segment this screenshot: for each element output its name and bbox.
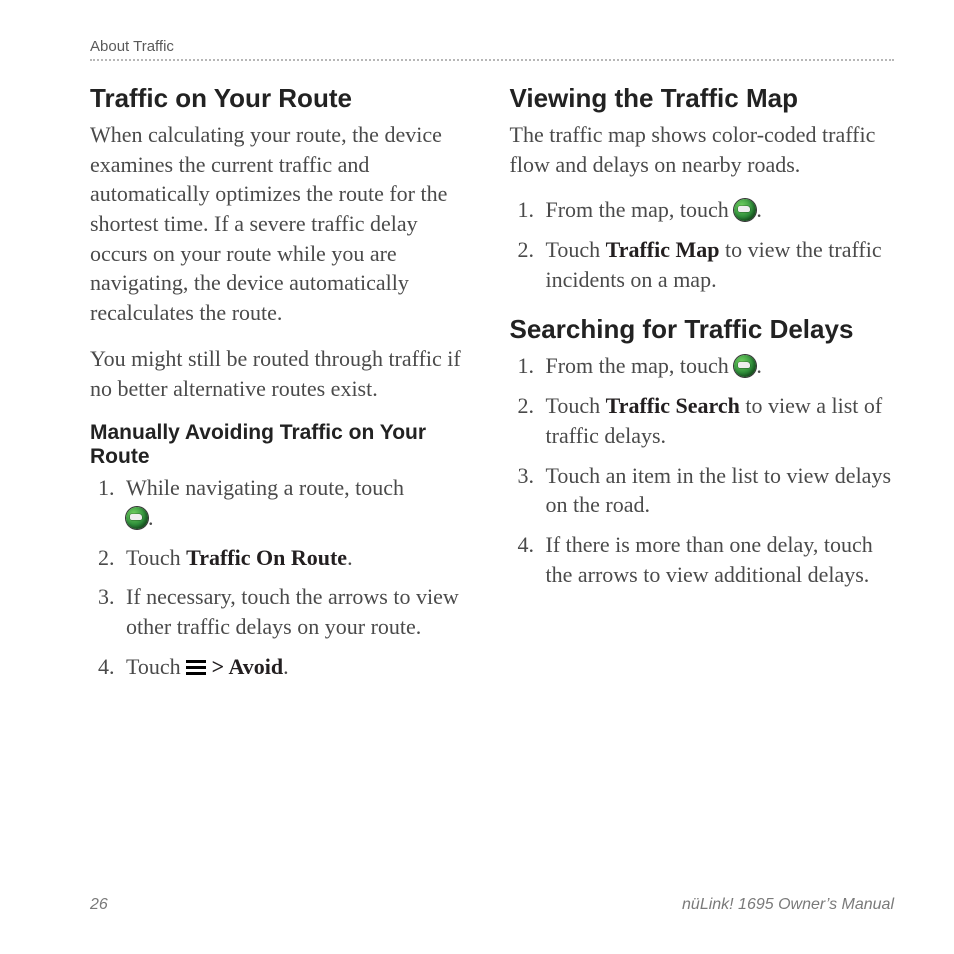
step-text: Touch — [546, 393, 606, 418]
list-item: While navigating a route, touch . — [120, 473, 475, 532]
paragraph: When calculating your route, the device … — [90, 120, 475, 328]
ui-label: Traffic Map — [606, 237, 720, 262]
ui-label: Traffic On Route — [186, 545, 347, 570]
traffic-icon — [126, 507, 148, 529]
paragraph: You might still be routed through traffi… — [90, 344, 475, 403]
list-item: Touch Traffic Map to view the traffic in… — [540, 235, 895, 294]
list-item: From the map, touch . — [540, 351, 895, 381]
column-left: Traffic on Your Route When calculating y… — [90, 75, 475, 691]
column-right: Viewing the Traffic Map The traffic map … — [510, 75, 895, 691]
heading-manually-avoiding: Manually Avoiding Traffic on Your Route — [90, 421, 475, 469]
step-text: . — [347, 545, 353, 570]
list-item: Touch an item in the list to view delays… — [540, 461, 895, 520]
step-text: Touch — [126, 654, 186, 679]
page-footer: 26 nüLink! 1695 Owner’s Manual — [90, 896, 894, 914]
step-text: . — [283, 654, 289, 679]
paragraph: The traffic map shows color-coded traffi… — [510, 120, 895, 179]
steps-searching-delays: From the map, touch . Touch Traffic Sear… — [510, 351, 895, 589]
step-text: Touch — [126, 545, 186, 570]
list-item: If necessary, touch the arrows to view o… — [120, 582, 475, 641]
traffic-icon — [734, 355, 756, 377]
manual-title: nüLink! 1695 Owner’s Manual — [682, 896, 894, 914]
ui-label: Traffic Search — [606, 393, 740, 418]
heading-traffic-on-route: Traffic on Your Route — [90, 83, 475, 114]
section-header: About Traffic — [90, 38, 894, 55]
ui-label: > Avoid — [206, 654, 283, 679]
list-item: If there is more than one delay, touch t… — [540, 530, 895, 589]
menu-icon — [186, 660, 206, 676]
list-item: From the map, touch . — [540, 195, 895, 225]
manual-page: About Traffic Traffic on Your Route When… — [0, 0, 954, 954]
traffic-icon — [734, 199, 756, 221]
period: . — [148, 505, 154, 530]
step-text: While navigating a route, touch — [126, 475, 404, 500]
period: . — [756, 197, 762, 222]
list-item: Touch Traffic On Route. — [120, 543, 475, 573]
step-text: From the map, touch — [546, 353, 735, 378]
heading-searching-delays: Searching for Traffic Delays — [510, 314, 895, 345]
period: . — [756, 353, 762, 378]
step-text: From the map, touch — [546, 197, 735, 222]
step-text: Touch — [546, 237, 606, 262]
page-number: 26 — [90, 896, 108, 914]
heading-viewing-traffic-map: Viewing the Traffic Map — [510, 83, 895, 114]
divider — [90, 59, 894, 61]
list-item: Touch Traffic Search to view a list of t… — [540, 391, 895, 450]
steps-manual-avoid: While navigating a route, touch . Touch … — [90, 473, 475, 681]
two-column-layout: Traffic on Your Route When calculating y… — [90, 75, 894, 691]
steps-viewing-map: From the map, touch . Touch Traffic Map … — [510, 195, 895, 294]
list-item: Touch > Avoid. — [120, 652, 475, 682]
